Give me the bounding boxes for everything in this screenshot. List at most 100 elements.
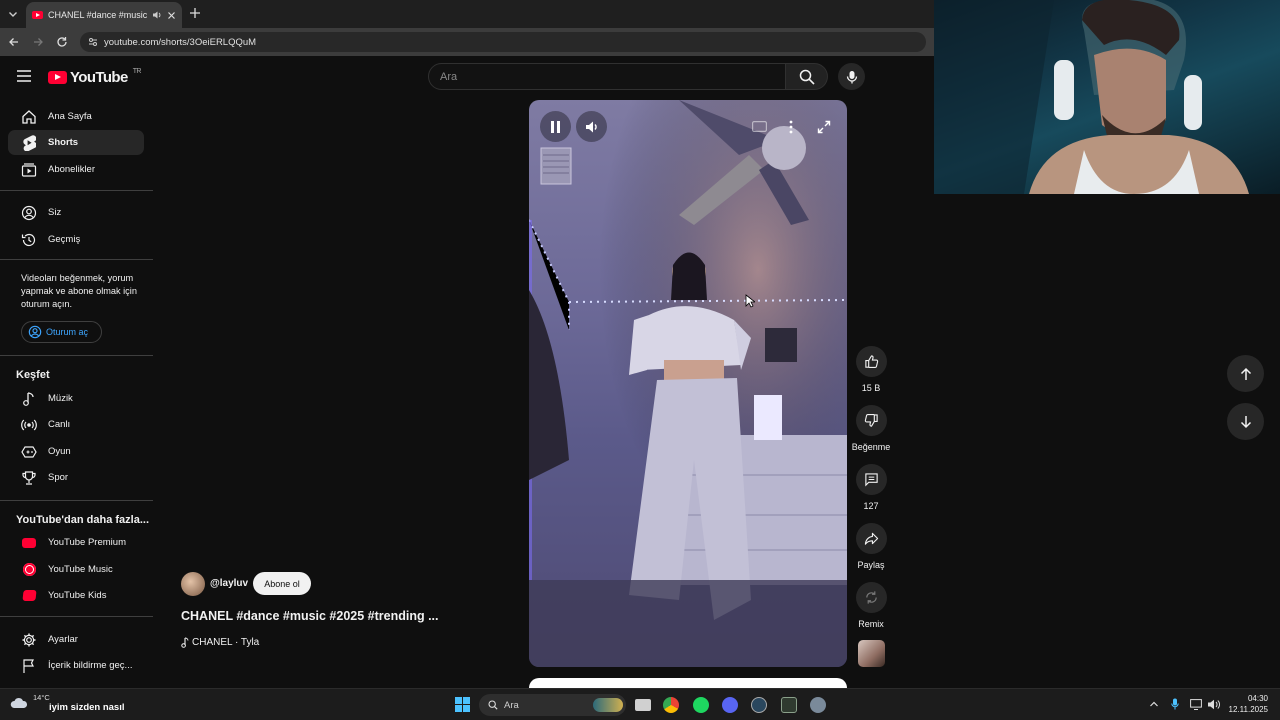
back-button[interactable]: [8, 36, 20, 48]
region-code: TR: [132, 68, 142, 75]
chrome-icon[interactable]: [663, 697, 679, 713]
voice-search-button[interactable]: [838, 63, 865, 90]
arrow-up-icon: [1240, 367, 1251, 380]
sidebar-item-you[interactable]: Siz: [8, 200, 144, 225]
task-view-icon[interactable]: [635, 699, 651, 711]
tab-title: CHANEL #dance #music #2: [48, 10, 147, 20]
microphone-icon: [846, 70, 857, 83]
browser-toolbar: youtube.com/shorts/3OeiERLQQuM: [0, 28, 934, 56]
gaming-icon: [21, 445, 37, 458]
explore-title: Keşfet: [16, 369, 50, 381]
share-action[interactable]: Paylaş: [851, 523, 891, 570]
sidebar-item-settings[interactable]: Ayarlar: [8, 627, 144, 652]
taskbar-search[interactable]: Ara: [479, 694, 626, 716]
mouse-cursor-icon: [745, 294, 755, 308]
sidebar-item-label: Siz: [48, 207, 62, 218]
sidebar-item-report-history[interactable]: İçerik bildirme geç...: [8, 653, 144, 678]
sidebar-divider: [0, 616, 153, 617]
channel-avatar[interactable]: [181, 572, 205, 596]
next-short-button[interactable]: [1227, 403, 1264, 440]
steam-icon[interactable]: [751, 697, 767, 713]
remix-action[interactable]: Remix: [851, 582, 891, 629]
sidebar-item-home[interactable]: Ana Sayfa: [8, 104, 144, 129]
tray-chevron-icon[interactable]: [1149, 700, 1159, 708]
new-tab-button[interactable]: [189, 7, 201, 19]
sidebar-item-youtube-premium[interactable]: YouTube Premium: [8, 530, 144, 555]
search-button[interactable]: [786, 63, 828, 90]
youtube-logo[interactable]: YouTube TR: [48, 68, 142, 86]
live-icon: [21, 419, 37, 430]
expand-icon: [817, 120, 831, 134]
remix-icon: [865, 591, 877, 604]
microphone-tray-icon[interactable]: [1171, 698, 1179, 710]
tab-list-button[interactable]: [6, 7, 20, 21]
sidebar-item-music[interactable]: Müzik: [8, 386, 144, 411]
sidebar-item-live[interactable]: Canlı: [8, 412, 144, 437]
sidebar-item-youtube-kids[interactable]: YouTube Kids: [8, 583, 144, 608]
clock-date: 12.11.2025: [1228, 705, 1268, 714]
menu-button[interactable]: [16, 69, 32, 83]
more-from-youtube-title: YouTube'dan daha fazla...: [16, 514, 149, 526]
windows-taskbar: 14°C iyim sizden nasıl Ara 04:30 12.11.2…: [0, 688, 1280, 720]
sidebar-item-label: Geçmiş: [48, 234, 81, 245]
more-options-button[interactable]: [788, 120, 794, 134]
clock[interactable]: 04:30 12.11.2025: [1226, 693, 1268, 715]
signin-button-label: Oturum aç: [46, 327, 89, 337]
music-info[interactable]: CHANEL · Tyla: [181, 637, 259, 648]
comments-action[interactable]: 127: [851, 464, 891, 511]
cloud-icon: [10, 697, 28, 708]
forward-button[interactable]: [32, 36, 44, 48]
sidebar-item-subscriptions[interactable]: Abonelikler: [8, 157, 144, 182]
settings-app-icon[interactable]: [810, 697, 826, 713]
reload-button[interactable]: [56, 36, 68, 48]
sound-thumbnail[interactable]: [858, 640, 885, 667]
sidebar-item-label: Ana Sayfa: [48, 111, 92, 122]
weather-widget[interactable]: 14°C iyim sizden nasıl: [10, 693, 125, 713]
volume-button[interactable]: [576, 111, 607, 142]
youtube-music-icon: [22, 563, 36, 576]
pause-button[interactable]: [540, 111, 571, 142]
search-icon: [799, 69, 815, 85]
short-title[interactable]: CHANEL #dance #music #2025 #trending ...: [181, 609, 439, 623]
spotify-icon[interactable]: [693, 697, 709, 713]
sidebar-item-youtube-music[interactable]: YouTube Music: [8, 557, 144, 582]
more-vertical-icon: [789, 120, 793, 134]
volume-icon: [585, 121, 597, 132]
terminal-icon[interactable]: [781, 697, 797, 713]
tab-audio-icon[interactable]: [152, 10, 162, 20]
news-ticker: iyim sizden nasıl: [49, 702, 125, 713]
account-icon: [21, 205, 37, 220]
sidebar-item-sports[interactable]: Spor: [8, 465, 144, 490]
display-tray-icon[interactable]: [1190, 699, 1202, 710]
captions-button[interactable]: [752, 121, 767, 132]
browser-tab[interactable]: CHANEL #dance #music #2: [26, 2, 182, 28]
like-action[interactable]: 15 B: [851, 346, 891, 393]
sidebar-item-gaming[interactable]: Oyun: [8, 439, 144, 464]
search-input[interactable]: Ara: [428, 63, 786, 90]
fullscreen-button[interactable]: [817, 120, 831, 134]
channel-handle[interactable]: @layluv: [210, 578, 248, 589]
start-button[interactable]: [455, 697, 470, 712]
volume-tray-icon[interactable]: [1207, 699, 1220, 710]
home-icon: [22, 109, 36, 124]
tab-close-icon[interactable]: [167, 11, 176, 20]
subscribe-button[interactable]: Abone ol: [253, 572, 311, 595]
sidebar-divider: [0, 259, 153, 260]
discord-icon[interactable]: [722, 697, 738, 713]
sidebar-item-label: YouTube Music: [48, 564, 113, 575]
captions-icon: [752, 121, 767, 132]
sidebar-item-shorts[interactable]: Shorts: [8, 130, 144, 155]
search-highlight-icon: [593, 698, 623, 712]
sidebar-item-label: Ayarlar: [48, 634, 78, 645]
history-icon: [21, 233, 36, 246]
signin-button[interactable]: Oturum aç: [21, 321, 102, 343]
previous-short-button[interactable]: [1227, 355, 1264, 392]
address-field[interactable]: youtube.com/shorts/3OeiERLQQuM: [80, 32, 926, 52]
shorts-video-player[interactable]: [529, 100, 847, 667]
sidebar-item-history[interactable]: Geçmiş: [8, 227, 144, 252]
site-info-icon[interactable]: [88, 37, 98, 47]
comment-icon: [864, 473, 878, 487]
dislike-action[interactable]: Beğenme: [851, 405, 891, 452]
youtube-kids-icon: [21, 590, 37, 601]
sidebar-item-label: Müzik: [48, 393, 73, 404]
